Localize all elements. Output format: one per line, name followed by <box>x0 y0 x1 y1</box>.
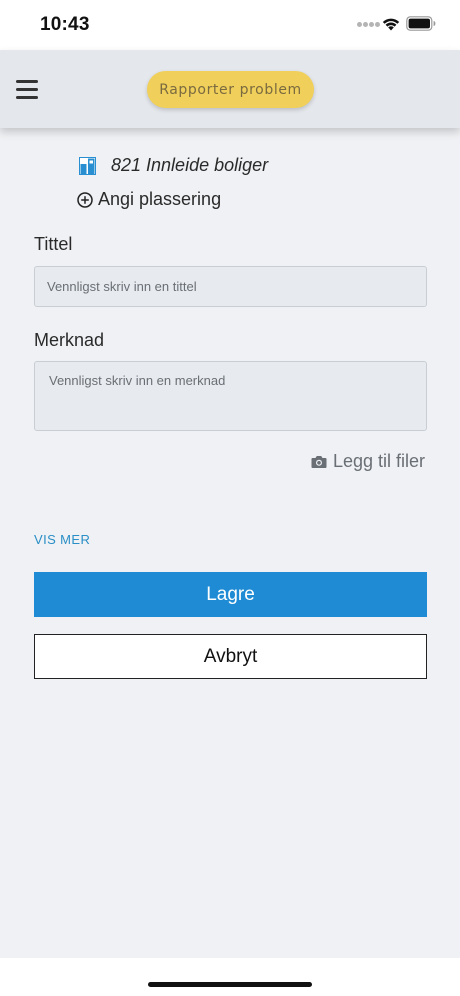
title-label: Tittel <box>34 234 73 254</box>
note-label: Merknad <box>34 330 105 350</box>
battery-icon <box>406 16 436 31</box>
title-input[interactable] <box>34 266 427 307</box>
set-location-label: Angi plassering <box>98 189 222 209</box>
building-name: 821 Innleide boliger <box>111 155 269 175</box>
report-problem-button[interactable]: Rapporter problem <box>147 71 314 108</box>
wifi-icon <box>382 18 400 31</box>
cancel-button[interactable]: Avbryt <box>34 634 427 679</box>
app-screen: 10:43 Rapporter problem 821 Innleide bol… <box>0 0 460 996</box>
show-more-link[interactable]: VIS MER <box>34 532 90 547</box>
app-header: Rapporter problem <box>0 50 460 128</box>
bottom-bar <box>0 958 460 996</box>
status-bar: 10:43 <box>0 0 460 50</box>
attach-files-link[interactable]: Legg til filer <box>311 451 425 472</box>
status-time: 10:43 <box>40 14 90 35</box>
camera-icon <box>311 455 327 468</box>
save-button[interactable]: Lagre <box>34 572 427 617</box>
plus-circle-icon <box>77 191 93 208</box>
set-location-link[interactable]: Angi plassering <box>77 189 221 210</box>
hamburger-menu-icon[interactable] <box>16 80 38 100</box>
attach-files-label: Legg til filer <box>333 451 426 471</box>
building-icon <box>79 157 96 175</box>
signal-dots-icon <box>357 22 380 32</box>
note-textarea[interactable] <box>34 361 427 431</box>
home-indicator[interactable] <box>148 982 312 987</box>
